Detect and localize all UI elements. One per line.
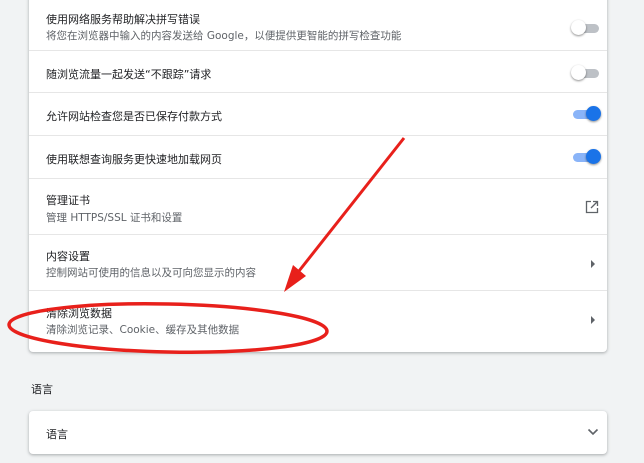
spellcheck-service-title: 使用网络服务帮助解决拼写错误 <box>46 13 200 26</box>
payment-methods-toggle[interactable] <box>571 106 601 122</box>
external-link-icon[interactable] <box>585 200 599 214</box>
clear-browsing-data-row[interactable]: 清除浏览数据 清除浏览记录、Cookie、缓存及其他数据 <box>29 290 607 352</box>
clear-browsing-data-description: 清除浏览记录、Cookie、缓存及其他数据 <box>46 324 240 336</box>
prefetch-title: 使用联想查询服务更快速地加载网页 <box>46 153 222 166</box>
prefetch-toggle[interactable] <box>571 149 601 165</box>
payment-methods-title: 允许网站检查您是否已保存付款方式 <box>46 110 222 123</box>
clear-browsing-data-title: 清除浏览数据 <box>46 307 112 320</box>
content-settings-title: 内容设置 <box>46 250 90 263</box>
manage-certificates-title: 管理证书 <box>46 194 90 207</box>
do-not-track-title: 随浏览流量一起发送“不跟踪”请求 <box>46 68 212 81</box>
chevron-right-icon <box>591 316 595 324</box>
language-row-label: 语言 <box>46 428 68 441</box>
prefetch-row[interactable]: 使用联想查询服务更快速地加载网页 <box>29 135 607 179</box>
content-settings-row[interactable]: 内容设置 控制网站可使用的信息以及可向您显示的内容 <box>29 234 607 291</box>
chevron-right-icon <box>591 260 595 268</box>
spellcheck-service-row[interactable]: 使用网络服务帮助解决拼写错误 将您在浏览器中输入的内容发送给 Google，以便… <box>29 0 607 50</box>
manage-certificates-row[interactable]: 管理证书 管理 HTTPS/SSL 证书和设置 <box>29 178 607 235</box>
language-row[interactable]: 语言 <box>29 411 607 454</box>
privacy-settings-card: 使用网络服务帮助解决拼写错误 将您在浏览器中输入的内容发送给 Google，以便… <box>29 0 607 352</box>
do-not-track-toggle[interactable] <box>571 65 601 81</box>
chevron-down-icon[interactable] <box>587 428 599 436</box>
payment-methods-row[interactable]: 允许网站检查您是否已保存付款方式 <box>29 92 607 136</box>
language-card: 语言 <box>29 411 607 454</box>
spellcheck-service-description: 将您在浏览器中输入的内容发送给 Google，以便提供更智能的拼写检查功能 <box>46 30 402 42</box>
language-section-heading: 语言 <box>31 383 53 396</box>
manage-certificates-description: 管理 HTTPS/SSL 证书和设置 <box>46 212 183 224</box>
content-settings-description: 控制网站可使用的信息以及可向您显示的内容 <box>46 267 256 279</box>
do-not-track-row[interactable]: 随浏览流量一起发送“不跟踪”请求 <box>29 50 607 93</box>
spellcheck-service-toggle[interactable] <box>571 20 601 36</box>
